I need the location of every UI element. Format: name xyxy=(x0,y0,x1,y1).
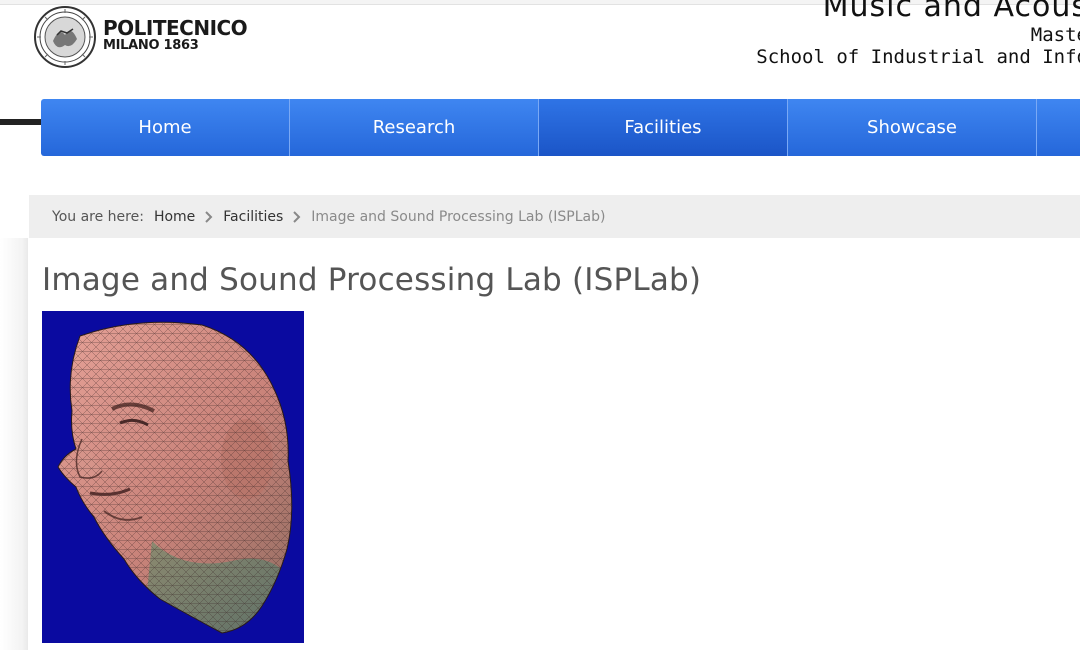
breadcrumb: You are here: Home Facilities Image and … xyxy=(29,195,1080,238)
nav-left-accent xyxy=(0,119,42,125)
page-title: Image and Sound Processing Lab (ISPLab) xyxy=(42,262,702,298)
site-subtitle-school: School of Industrial and Info xyxy=(756,46,1080,68)
breadcrumb-label: You are here: xyxy=(52,208,144,225)
nav-item-showcase[interactable]: Showcase xyxy=(788,99,1037,156)
brand-name: POLITECNICO xyxy=(103,16,248,40)
site-subtitle-degree: Maste xyxy=(1030,24,1080,46)
brand-wordmark[interactable]: POLITECNICO MILANO 1863 xyxy=(103,16,248,53)
breadcrumb-link-home[interactable]: Home xyxy=(154,209,195,225)
face-mesh-illustration xyxy=(42,311,304,643)
lab-image-3d-face-mesh xyxy=(42,311,304,643)
nav-item-facilities[interactable]: Facilities xyxy=(539,99,788,156)
main-nav: Home Research Facilities Showcase xyxy=(41,99,1080,156)
nav-item-research[interactable]: Research xyxy=(290,99,539,156)
breadcrumb-current: Image and Sound Processing Lab (ISPLab) xyxy=(311,208,606,225)
site-header: POLITECNICO MILANO 1863 Music and Acous … xyxy=(0,0,1080,98)
site-titles: Music and Acous Maste School of Industri… xyxy=(756,0,1080,68)
page-side-shadow xyxy=(0,238,28,650)
nav-item-home[interactable]: Home xyxy=(41,99,290,156)
politecnico-seal-logo[interactable] xyxy=(33,5,97,69)
chevron-right-icon xyxy=(293,210,301,223)
brand-subtitle: MILANO 1863 xyxy=(103,38,199,53)
nav-item-more[interactable] xyxy=(1037,99,1080,156)
breadcrumb-link-facilities[interactable]: Facilities xyxy=(223,209,283,225)
chevron-right-icon xyxy=(205,210,213,223)
site-title: Music and Acous xyxy=(822,0,1080,24)
